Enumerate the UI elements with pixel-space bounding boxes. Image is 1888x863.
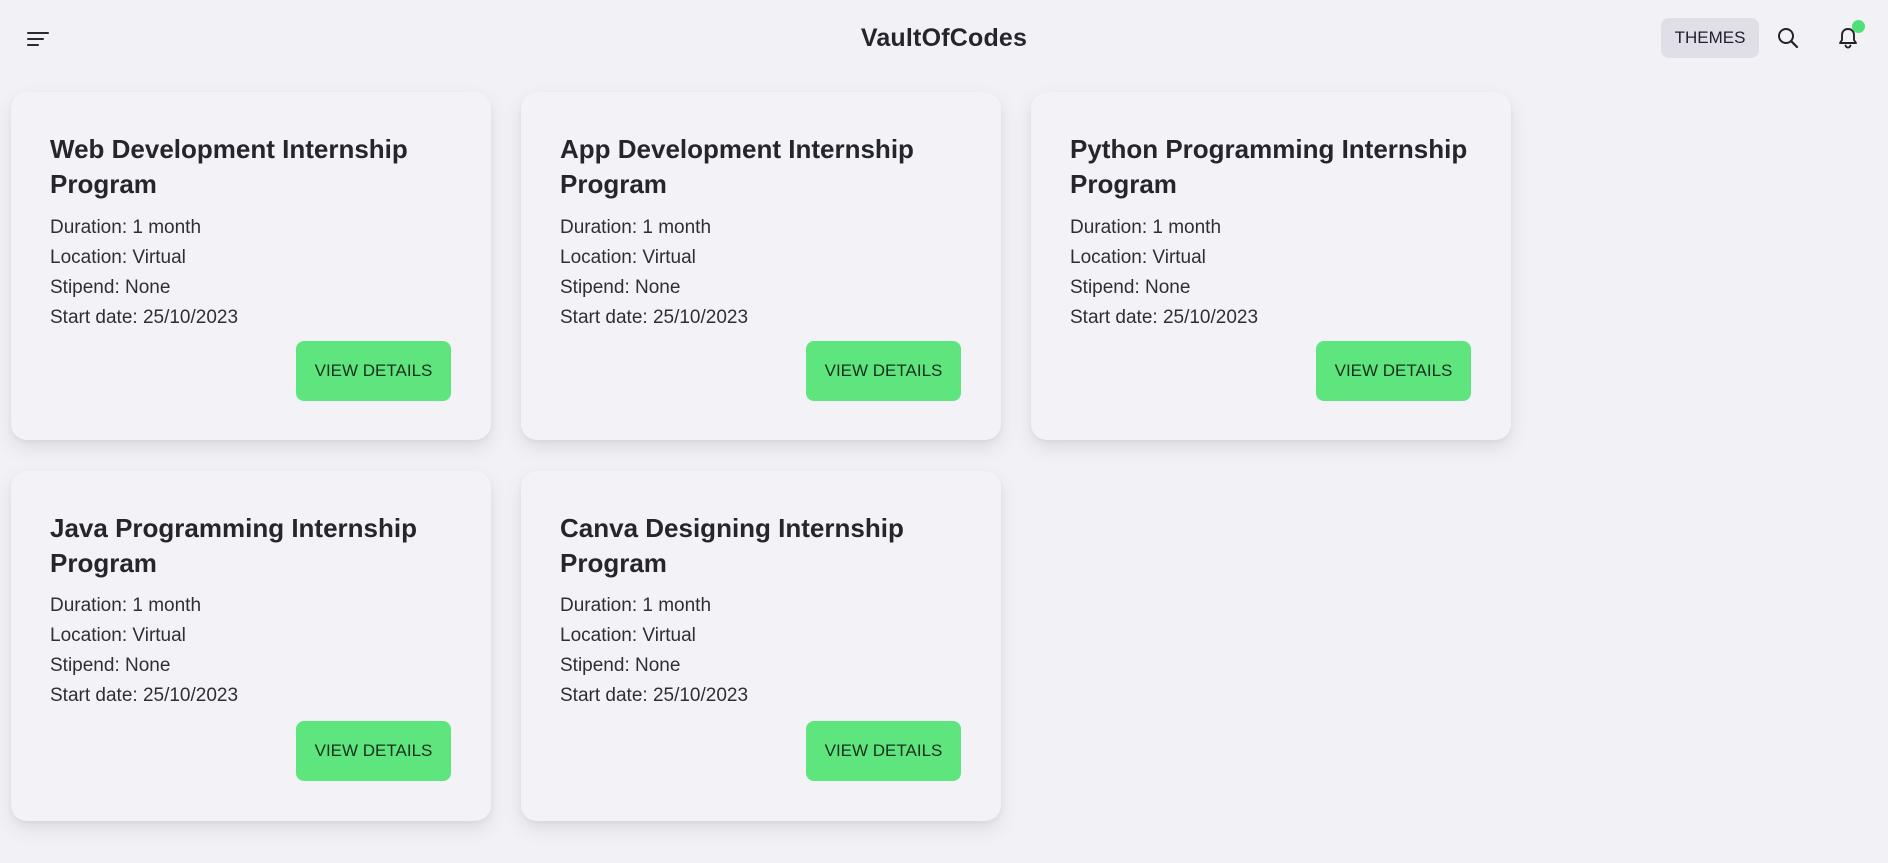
location-text: Location: Virtual: [1070, 247, 1206, 268]
menu-button[interactable]: [20, 21, 56, 57]
start-date-text: Start date: 25/10/2023: [1070, 307, 1259, 328]
internship-card: Python Programming Internship Program Du…: [1031, 92, 1511, 440]
stipend-text: Stipend: None: [1070, 277, 1191, 298]
internship-card: Canva Designing Internship Program Durat…: [521, 471, 1001, 821]
view-details-button[interactable]: VIEW DETAILS: [806, 341, 961, 401]
view-details-button[interactable]: VIEW DETAILS: [296, 721, 451, 781]
start-date-text: Start date: 25/10/2023: [560, 685, 749, 706]
view-details-button[interactable]: VIEW DETAILS: [1316, 341, 1471, 401]
view-details-button[interactable]: VIEW DETAILS: [296, 341, 451, 401]
search-icon: [1778, 28, 1799, 49]
location-text: Location: Virtual: [50, 247, 186, 268]
notifications-button[interactable]: [1828, 18, 1868, 58]
notification-badge: [1852, 20, 1865, 33]
card-title: Python Programming Internship Program: [1070, 134, 1468, 199]
start-date-text: Start date: 25/10/2023: [560, 307, 749, 328]
card-info: Duration: 1 month Location: Virtual Stip…: [50, 591, 238, 711]
menu-lines-icon: [27, 32, 49, 46]
stipend-text: Stipend: None: [50, 655, 171, 676]
themes-button[interactable]: THEMES: [1661, 18, 1759, 58]
internship-card: Java Programming Internship Program Dura…: [11, 471, 491, 821]
stipend-text: Stipend: None: [560, 277, 681, 298]
start-date-text: Start date: 25/10/2023: [50, 685, 239, 706]
location-text: Location: Virtual: [560, 625, 696, 646]
internship-card: App Development Internship Program Durat…: [521, 92, 1001, 440]
card-info: Duration: 1 month Location: Virtual Stip…: [50, 213, 238, 333]
duration-text: Duration: 1 month: [1070, 217, 1222, 238]
location-text: Location: Virtual: [50, 625, 186, 646]
card-info: Duration: 1 month Location: Virtual Stip…: [560, 213, 748, 333]
stipend-text: Stipend: None: [560, 655, 681, 676]
card-title: Web Development Internship Program: [50, 134, 408, 199]
internship-card: Web Development Internship Program Durat…: [11, 92, 491, 440]
start-date-text: Start date: 25/10/2023: [50, 307, 239, 328]
card-info: Duration: 1 month Location: Virtual Stip…: [1070, 213, 1258, 333]
duration-text: Duration: 1 month: [50, 217, 202, 238]
duration-text: Duration: 1 month: [560, 217, 712, 238]
card-title: App Development Internship Program: [560, 134, 914, 199]
search-button[interactable]: [1768, 18, 1808, 58]
brand-title: VaultOfCodes: [860, 24, 1028, 52]
card-info: Duration: 1 month Location: Virtual Stip…: [560, 591, 748, 711]
top-navbar: VaultOfCodes THEMES: [0, 0, 1888, 78]
location-text: Location: Virtual: [560, 247, 696, 268]
card-title: Canva Designing Internship Program: [560, 513, 904, 578]
view-details-button[interactable]: VIEW DETAILS: [806, 721, 961, 781]
duration-text: Duration: 1 month: [50, 595, 202, 616]
card-title: Java Programming Internship Program: [50, 513, 417, 578]
stipend-text: Stipend: None: [50, 277, 171, 298]
duration-text: Duration: 1 month: [560, 595, 712, 616]
